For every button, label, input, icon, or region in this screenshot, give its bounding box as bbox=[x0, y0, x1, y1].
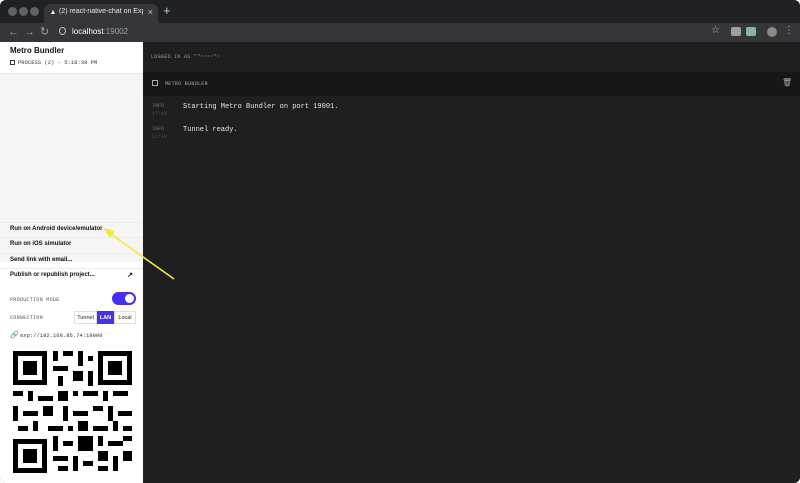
connection-lan-button[interactable]: LAN bbox=[97, 311, 114, 324]
metro-bundler-header: METRO BUNDLER 🗑 bbox=[143, 72, 800, 96]
minimize-window-button[interactable] bbox=[19, 7, 28, 16]
main-panel: LOGGED IN AS ""ᵒᵒᵒᵒ"ᵒ METRO BUNDLER 🗑 IN… bbox=[143, 42, 800, 483]
log-message: Tunnel ready. bbox=[183, 126, 238, 134]
process-icon bbox=[10, 60, 15, 65]
sidebar-header: Metro Bundler PROCESS (2) - 5:18:39 PM bbox=[0, 42, 143, 74]
production-mode-label: PRODUCTION MODE bbox=[10, 297, 60, 303]
trash-icon[interactable]: 🗑 bbox=[782, 78, 792, 87]
log-time: 17:18 bbox=[152, 134, 168, 140]
expo-favicon-icon: ▲ bbox=[49, 9, 57, 16]
log-time: 17:18 bbox=[152, 111, 168, 117]
extension-icon-2[interactable] bbox=[746, 27, 756, 36]
log-level: INFO bbox=[152, 126, 165, 132]
logged-in-user: ""ᵒᵒᵒᵒ"ᵒ bbox=[193, 54, 221, 60]
back-arrow-icon[interactable]: ← bbox=[8, 25, 19, 39]
bundler-icon bbox=[152, 80, 158, 86]
profile-avatar[interactable] bbox=[767, 27, 777, 37]
sidebar-title: Metro Bundler bbox=[10, 46, 65, 55]
publish-label: Publish or republish project... bbox=[10, 272, 95, 278]
bookmark-star-icon[interactable]: ☆ bbox=[711, 25, 720, 36]
address-url: localhost:19002 bbox=[72, 27, 129, 36]
browser-window: ▲ (2) react-native-chat on Expo × + ← → … bbox=[0, 0, 800, 483]
toggle-knob bbox=[125, 294, 134, 303]
forward-arrow-icon[interactable]: → bbox=[24, 25, 35, 39]
link-icon: 🔗 bbox=[10, 332, 19, 339]
exp-url[interactable]: exp://192.168.86.74:19000 bbox=[20, 332, 103, 339]
qr-code bbox=[9, 347, 136, 477]
connection-tunnel-button[interactable]: Tunnel bbox=[74, 311, 97, 324]
tab-strip: ▲ (2) react-native-chat on Expo × + bbox=[0, 0, 800, 23]
log-message: Starting Metro Bundler on port 19001. bbox=[183, 103, 339, 111]
connection-local-button[interactable]: Local bbox=[114, 311, 136, 324]
process-status: PROCESS (2) - 5:18:39 PM bbox=[10, 59, 97, 66]
browser-toolbar: ← → ↻ localhost:19002 ☆ ⋮ bbox=[0, 23, 800, 42]
maximize-window-button[interactable] bbox=[30, 7, 39, 16]
close-window-button[interactable] bbox=[8, 7, 17, 16]
new-tab-button[interactable]: + bbox=[163, 4, 171, 17]
connection-label: CONNECTION bbox=[10, 315, 44, 321]
info-icon[interactable] bbox=[59, 27, 66, 35]
run-ios-label: Run on iOS simulator bbox=[10, 241, 72, 247]
annotation-arrow bbox=[103, 228, 175, 280]
address-bar[interactable]: localhost:19002 ☆ bbox=[56, 25, 726, 39]
send-link-label: Send link with email... bbox=[10, 257, 73, 263]
panel-title: METRO BUNDLER bbox=[165, 81, 208, 87]
tab-title: (2) react-native-chat on Expo bbox=[59, 8, 143, 15]
reload-icon[interactable]: ↻ bbox=[40, 25, 49, 39]
production-mode-toggle[interactable] bbox=[112, 292, 136, 305]
tab-close-icon[interactable]: × bbox=[148, 7, 153, 17]
log-level: INFO bbox=[152, 103, 165, 109]
logged-in-status: LOGGED IN AS ""ᵒᵒᵒᵒ"ᵒ bbox=[151, 54, 221, 60]
menu-kebab-icon[interactable]: ⋮ bbox=[784, 25, 794, 37]
run-android-label: Run on Android device/emulator bbox=[10, 226, 103, 232]
browser-tab[interactable]: ▲ (2) react-native-chat on Expo × bbox=[44, 4, 158, 23]
extension-icon[interactable] bbox=[731, 27, 741, 36]
